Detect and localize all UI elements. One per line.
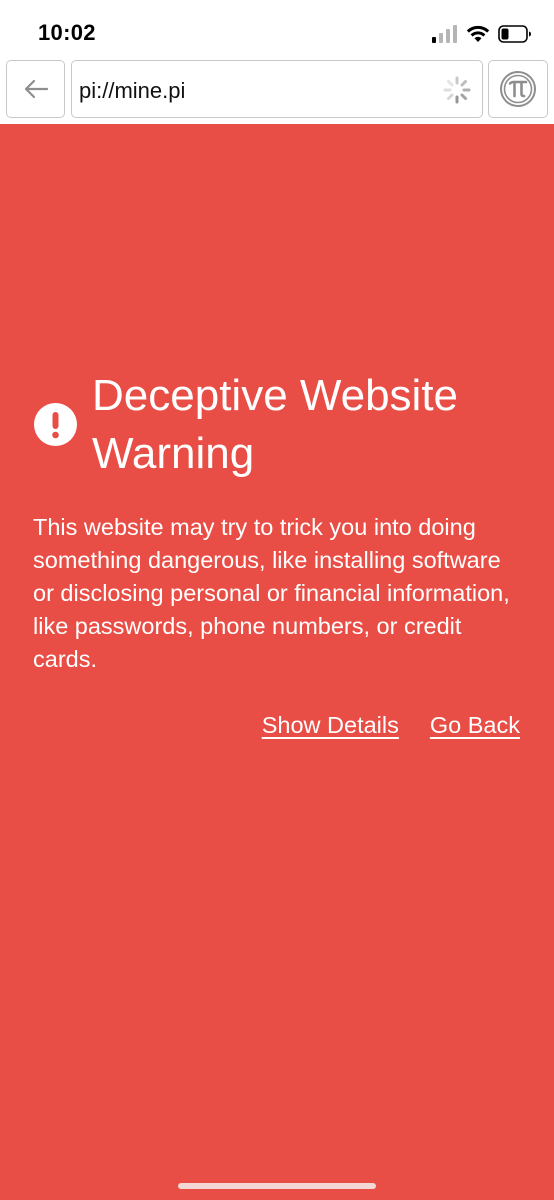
back-button[interactable] — [6, 60, 65, 118]
exclamation-circle-icon — [34, 403, 77, 446]
pi-logo-icon — [500, 71, 536, 107]
warning-body: This website may try to trick you into d… — [33, 514, 510, 672]
arrow-left-icon — [24, 79, 48, 99]
pi-menu-button[interactable] — [488, 60, 548, 118]
wifi-icon — [466, 25, 490, 42]
show-details-link[interactable]: Show Details — [262, 712, 399, 739]
status-icons — [432, 22, 532, 46]
url-text: pi://mine.pi — [79, 78, 186, 103]
status-time: 10:02 — [38, 20, 96, 45]
deceptive-website-warning: Deceptive Website Warning This website m… — [0, 124, 554, 1200]
go-back-link[interactable]: Go Back — [430, 712, 520, 739]
browser-toolbar: pi://mine.pi — [0, 56, 554, 124]
status-bar: 10:02 — [0, 0, 554, 56]
loading-spinner-icon — [443, 76, 471, 104]
warning-actions: Show Details Go Back — [262, 712, 520, 739]
signal-icon — [432, 25, 457, 43]
screen: 10:02 pi://mine.pi Deceptive Website War… — [0, 0, 554, 1200]
home-indicator[interactable] — [178, 1183, 376, 1189]
battery-icon — [498, 25, 531, 43]
address-bar[interactable]: pi://mine.pi — [71, 60, 483, 118]
warning-title: Deceptive Website Warning — [92, 371, 459, 478]
